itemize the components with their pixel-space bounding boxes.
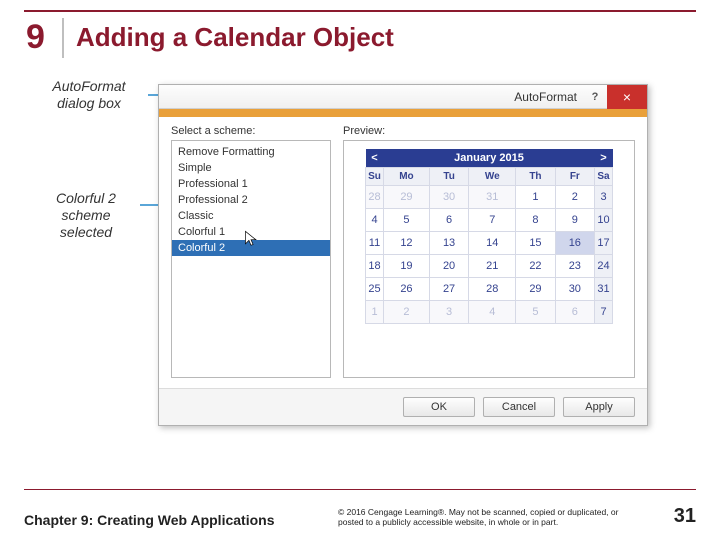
calendar-day[interactable]: 6 [555,301,594,324]
preview-label: Preview: [343,125,385,137]
calendar-day[interactable]: 3 [429,301,468,324]
scheme-item[interactable]: Remove Formatting [172,144,330,160]
calendar-day[interactable]: 2 [384,301,430,324]
calendar-prev-icon[interactable]: < [366,149,384,168]
leader-line [148,94,158,96]
calendar-day[interactable]: 14 [469,232,516,255]
calendar-day[interactable]: 22 [516,255,555,278]
calendar-day[interactable]: 27 [429,278,468,301]
calendar-day[interactable]: 29 [516,278,555,301]
dialog-title: AutoFormat [514,90,583,104]
calendar-day[interactable]: 20 [429,255,468,278]
chapter-divider [62,18,64,58]
dialog-accent-band [159,109,647,117]
autoformat-dialog: AutoFormat ? × Select a scheme: Preview:… [158,84,648,426]
calendar-day[interactable]: 12 [384,232,430,255]
calendar-weekday: Fr [555,168,594,186]
help-icon[interactable]: ? [583,91,607,103]
scheme-item[interactable]: Classic [172,208,330,224]
scheme-item[interactable]: Professional 2 [172,192,330,208]
calendar-weekday: Th [516,168,555,186]
calendar-day[interactable]: 5 [516,301,555,324]
calendar-day[interactable]: 3 [595,186,613,209]
preview-pane: < January 2015 > SuMoTuWeThFrSa 28293031… [343,140,635,378]
calendar-day[interactable]: 16 [555,232,594,255]
calendar-day[interactable]: 10 [595,209,613,232]
header-rule [24,10,696,12]
calendar-preview: < January 2015 > SuMoTuWeThFrSa 28293031… [365,149,613,324]
calendar-day[interactable]: 4 [469,301,516,324]
calendar-day[interactable]: 7 [469,209,516,232]
apply-button[interactable]: Apply [563,397,635,417]
calendar-day[interactable]: 1 [366,301,384,324]
calendar-weekday: Tu [429,168,468,186]
footer-rule [24,489,696,490]
scheme-item[interactable]: Simple [172,160,330,176]
calendar-day[interactable]: 31 [595,278,613,301]
dialog-titlebar[interactable]: AutoFormat ? × [159,85,647,109]
calendar-day[interactable]: 18 [366,255,384,278]
cancel-button[interactable]: Cancel [483,397,555,417]
calendar-day[interactable]: 30 [555,278,594,301]
scheme-item[interactable]: Colorful 1 [172,224,330,240]
ok-button[interactable]: OK [403,397,475,417]
footer-copyright: © 2016 Cengage Learning®. May not be sca… [324,507,658,528]
calendar-day[interactable]: 1 [516,186,555,209]
calendar-day[interactable]: 5 [384,209,430,232]
callout-autoformat-dialog: AutoFormat dialog box [34,78,144,112]
footer-chapter: Chapter 9: Creating Web Applications [24,512,324,528]
scheme-item[interactable]: Professional 1 [172,176,330,192]
calendar-day[interactable]: 7 [595,301,613,324]
calendar-day[interactable]: 28 [366,186,384,209]
chapter-number: 9 [26,18,45,57]
calendar-day[interactable]: 30 [429,186,468,209]
calendar-day[interactable]: 23 [555,255,594,278]
calendar-day[interactable]: 25 [366,278,384,301]
calendar-day[interactable]: 24 [595,255,613,278]
calendar-day[interactable]: 2 [555,186,594,209]
page-title: Adding a Calendar Object [76,22,394,53]
calendar-day[interactable]: 26 [384,278,430,301]
scheme-item[interactable]: Colorful 2 [172,240,330,256]
calendar-day[interactable]: 31 [469,186,516,209]
calendar-weekday: Mo [384,168,430,186]
calendar-day[interactable]: 21 [469,255,516,278]
calendar-day[interactable]: 29 [384,186,430,209]
calendar-day[interactable]: 15 [516,232,555,255]
scheme-listbox[interactable]: Remove FormattingSimpleProfessional 1Pro… [171,140,331,378]
calendar-weekday: We [469,168,516,186]
calendar-day[interactable]: 8 [516,209,555,232]
calendar-weekday: Sa [595,168,613,186]
calendar-day[interactable]: 13 [429,232,468,255]
calendar-next-icon[interactable]: > [595,149,613,168]
calendar-day[interactable]: 11 [366,232,384,255]
calendar-day[interactable]: 19 [384,255,430,278]
calendar-month-label: January 2015 [384,149,595,168]
calendar-weekday: Su [366,168,384,186]
calendar-day[interactable]: 9 [555,209,594,232]
callout-scheme-selected: Colorful 2 scheme selected [36,190,136,240]
calendar-day[interactable]: 4 [366,209,384,232]
calendar-day[interactable]: 28 [469,278,516,301]
calendar-day[interactable]: 6 [429,209,468,232]
select-scheme-label: Select a scheme: [171,125,331,137]
close-icon[interactable]: × [607,85,647,109]
footer-page-number: 31 [658,505,696,528]
calendar-day[interactable]: 17 [595,232,613,255]
